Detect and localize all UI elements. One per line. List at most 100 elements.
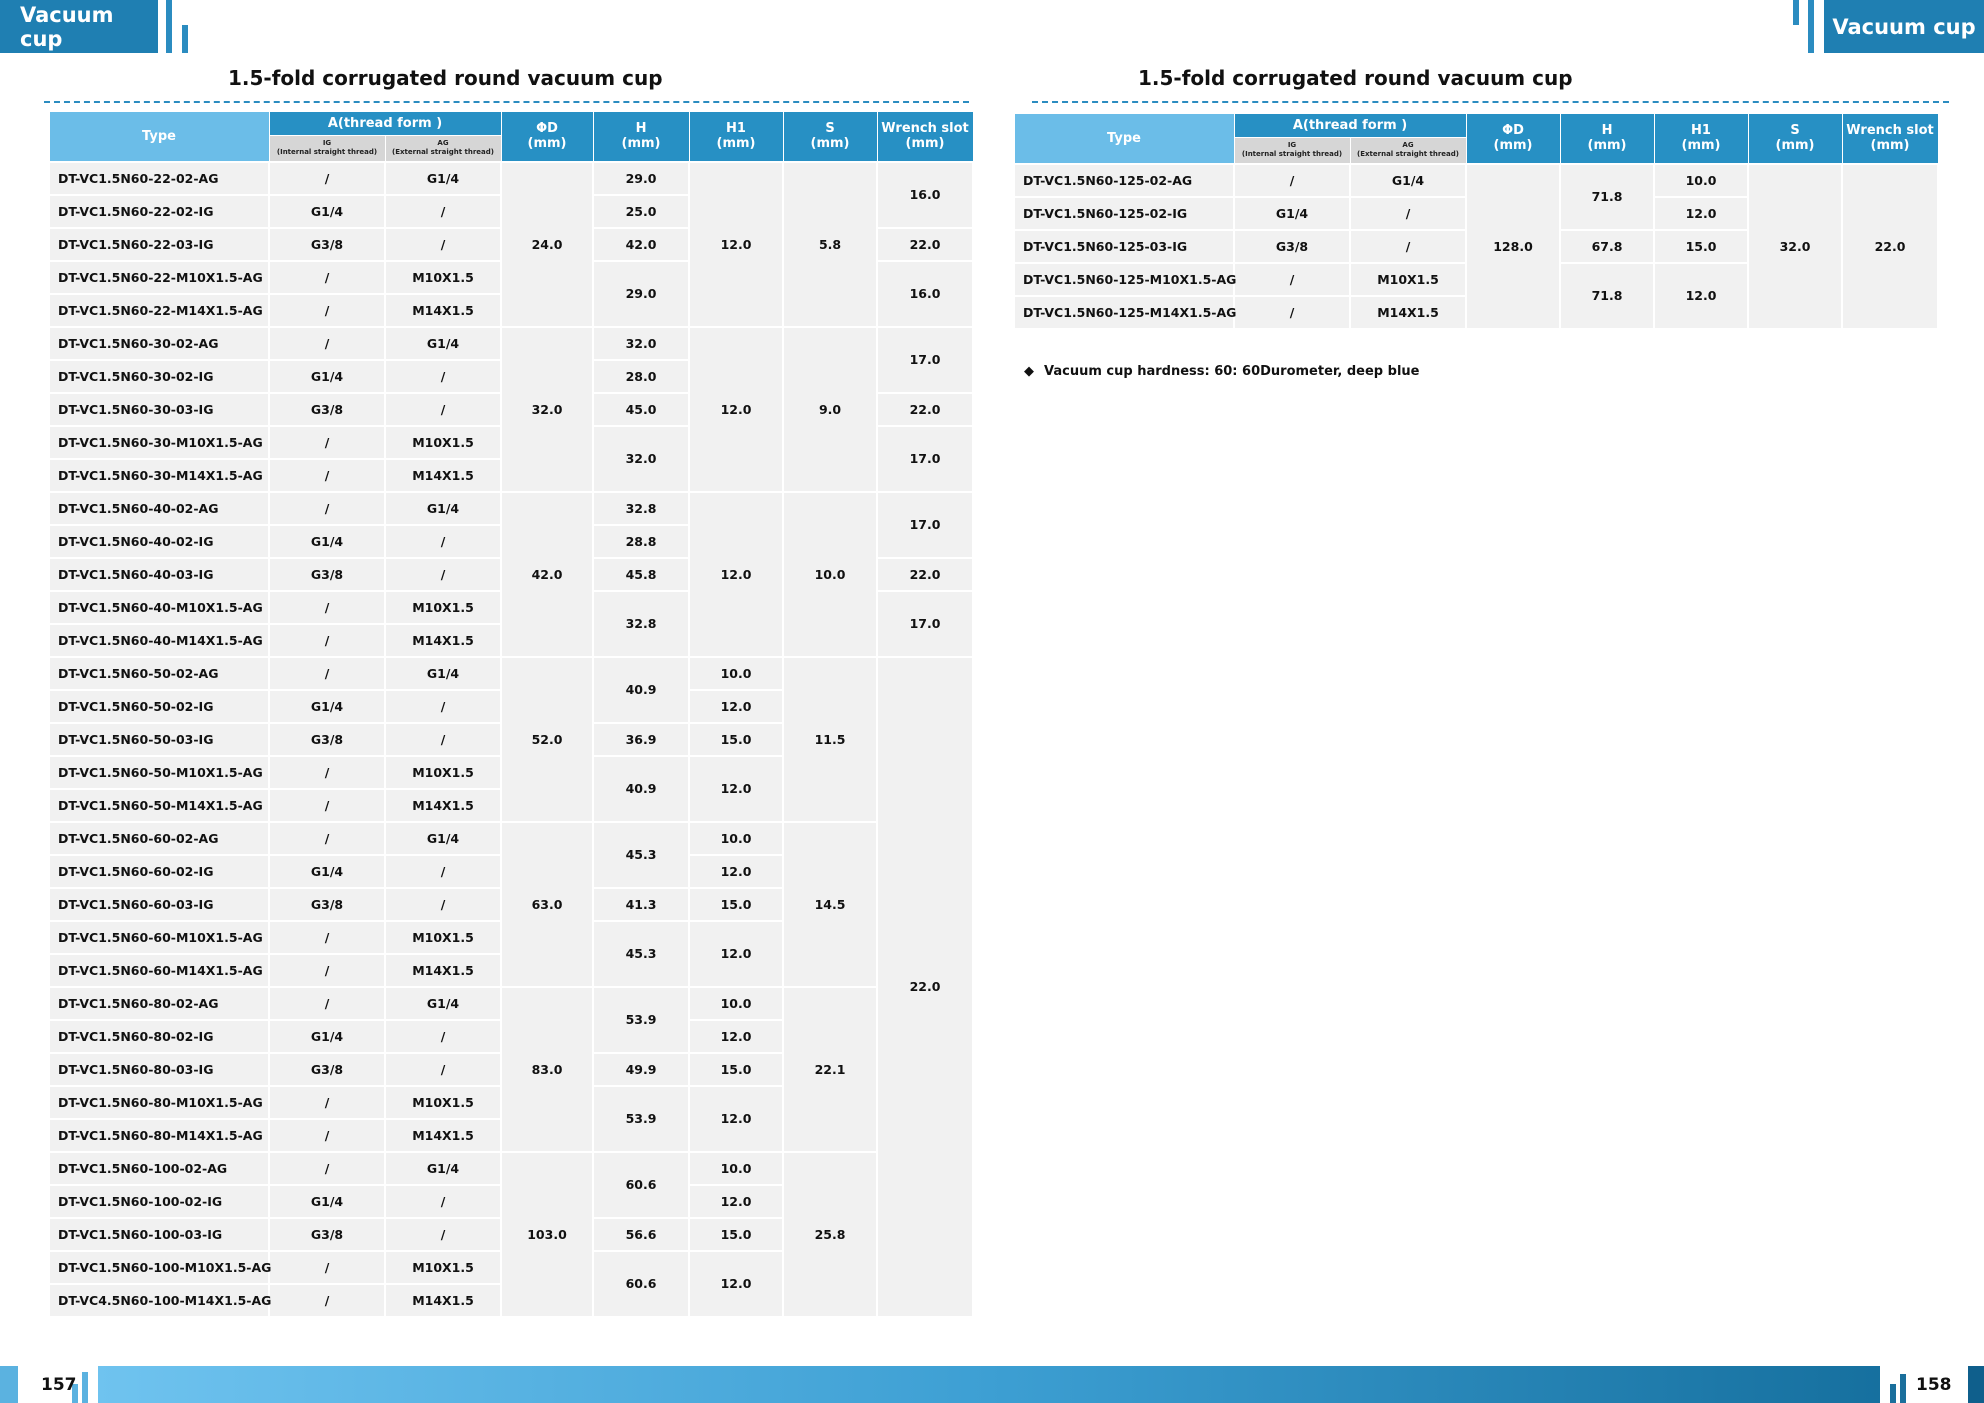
h-value-cell: 71.8 — [1559, 162, 1656, 231]
section-badge-right-label: Vacuum cup — [1832, 14, 1976, 39]
col-header-wrench-unit: (mm) — [1870, 138, 1910, 154]
ag-cell: M14X1.5 — [383, 457, 503, 493]
h1-value-cell: 12.0 — [688, 160, 785, 328]
ig-cell: / — [268, 820, 386, 856]
h-value-cell: 40.9 — [592, 754, 691, 823]
h1-value-cell: 12.0 — [688, 1018, 785, 1054]
h-value-cell: 53.9 — [592, 1084, 691, 1153]
w-value-cell: 17.0 — [876, 325, 975, 394]
hardness-note-text: Vacuum cup hardness: 60: 60Durometer, de… — [1044, 364, 1420, 379]
col-header-ig-sub: (Internal straight thread) — [1241, 150, 1343, 159]
col-header-h1-label: H1 — [1691, 123, 1711, 139]
h1-value-cell: 12.0 — [688, 325, 785, 493]
col-header-ig: IG (Internal straight thread) — [1233, 137, 1351, 164]
h-value-cell: 60.6 — [592, 1150, 691, 1219]
w-value-cell: 22.0 — [1841, 162, 1940, 330]
col-header-h-unit: (mm) — [621, 136, 661, 152]
col-header-thread: A(thread form ) — [1233, 113, 1467, 138]
type-cell: DT-VC1.5N60-60-M10X1.5-AG — [48, 919, 270, 955]
section-badge-left-label: Vacuum cup — [20, 2, 114, 51]
ig-cell: G3/8 — [1233, 228, 1351, 264]
table-row: DT-VC1.5N60-40-02-AG / G1/4 42.0 32.8 12.0 10.… — [48, 490, 975, 658]
h1-value-cell: 15.0 — [688, 1051, 785, 1087]
w-value-cell: 17.0 — [876, 490, 975, 559]
col-header-s-label: S — [825, 121, 835, 137]
ig-cell: / — [268, 490, 386, 526]
w-value-cell: 17.0 — [876, 424, 975, 493]
h-value-cell: 45.0 — [592, 391, 691, 427]
col-header-h1-unit: (mm) — [1681, 138, 1721, 154]
ag-cell: M10X1.5 — [383, 589, 503, 625]
h-value-cell: 28.8 — [592, 523, 691, 559]
h-value-cell: 41.3 — [592, 886, 691, 922]
left-page-title: 1.5-fold corrugated round vacuum cup — [228, 66, 663, 90]
h1-value-cell: 12.0 — [1653, 261, 1750, 330]
h1-value-cell: 15.0 — [688, 1216, 785, 1252]
w-value-cell: 22.0 — [876, 391, 975, 427]
ag-cell: / — [383, 523, 503, 559]
h-value-cell: 25.0 — [592, 193, 691, 229]
h1-value-cell: 15.0 — [688, 886, 785, 922]
ig-cell: G3/8 — [268, 226, 386, 262]
table-row: DT-VC1.5N60-60-02-AG / G1/4 63.0 45.3 10.0 14.… — [48, 820, 973, 988]
col-header-d: ΦD (mm) — [1465, 113, 1561, 164]
ag-cell: M14X1.5 — [383, 952, 503, 988]
ag-cell: M10X1.5 — [383, 424, 503, 460]
ig-cell: / — [268, 325, 386, 361]
h1-value-cell: 10.0 — [688, 1150, 785, 1186]
ag-cell: / — [383, 853, 503, 889]
ig-cell: / — [268, 424, 386, 460]
footer-bar — [98, 1366, 1880, 1403]
ig-cell: / — [268, 754, 386, 790]
h-value-cell: 53.9 — [592, 985, 691, 1054]
ag-cell: / — [1348, 195, 1468, 231]
decor-bar — [1808, 0, 1814, 53]
ag-cell: / — [383, 1051, 503, 1087]
right-page-title: 1.5-fold corrugated round vacuum cup — [1138, 66, 1573, 90]
ag-cell: M14X1.5 — [383, 787, 503, 823]
d-value-cell: 52.0 — [500, 655, 595, 823]
ig-cell: / — [268, 160, 386, 196]
ig-cell: / — [268, 985, 386, 1021]
h-value-cell: 32.0 — [592, 325, 691, 361]
ag-cell: G1/4 — [383, 985, 503, 1021]
ag-cell: G1/4 — [383, 160, 503, 196]
s-value-cell: 11.5 — [782, 655, 879, 823]
col-header-d-label: ΦD — [1502, 123, 1524, 139]
ag-cell: M10X1.5 — [383, 1249, 503, 1285]
decor-bar — [1793, 0, 1799, 25]
ag-cell: M10X1.5 — [1348, 261, 1468, 297]
ag-cell: / — [383, 688, 503, 724]
h-value-cell: 29.0 — [592, 259, 691, 328]
w-value-cell: 22.0 — [876, 226, 975, 262]
col-header-h-label: H — [635, 121, 647, 137]
ig-cell: / — [268, 655, 386, 691]
col-header-wrench-unit: (mm) — [905, 136, 945, 152]
h-value-cell: 56.6 — [592, 1216, 691, 1252]
col-header-h: H (mm) — [1559, 113, 1655, 164]
s-value-cell: 32.0 — [1747, 162, 1844, 330]
type-cell: DT-VC1.5N60-30-M14X1.5-AG — [48, 457, 270, 493]
ag-cell: / — [383, 391, 503, 427]
col-header-ag-label: AG — [1402, 141, 1414, 150]
col-header-ag-sub: (External straight thread) — [1357, 150, 1459, 159]
ag-cell: / — [383, 556, 503, 592]
table-row: DT-VC1.5N60-22-02-AG / G1/4 24.0 29.0 12.0 5.8… — [48, 160, 975, 328]
type-cell: DT-VC1.5N60-80-M14X1.5-AG — [48, 1117, 270, 1153]
footer-decor-bar — [1968, 1366, 1984, 1403]
h-value-cell: 45.3 — [592, 820, 691, 889]
h-value-cell: 67.8 — [1559, 228, 1656, 264]
ag-cell: / — [383, 1216, 503, 1252]
type-cell: DT-VC1.5N60-30-02-IG — [48, 358, 270, 394]
d-value-cell: 128.0 — [1465, 162, 1562, 330]
ig-cell: / — [268, 622, 386, 658]
ig-cell: / — [268, 919, 386, 955]
w-value-cell: 22.0 — [876, 556, 975, 592]
ag-cell: G1/4 — [383, 820, 503, 856]
d-value-cell: 83.0 — [500, 985, 595, 1153]
footer-decor-bar — [1890, 1384, 1896, 1403]
ig-cell: G1/4 — [268, 1018, 386, 1054]
ig-cell: G1/4 — [268, 193, 386, 229]
h1-value-cell: 12.0 — [688, 919, 785, 988]
ig-cell: G1/4 — [268, 1183, 386, 1219]
